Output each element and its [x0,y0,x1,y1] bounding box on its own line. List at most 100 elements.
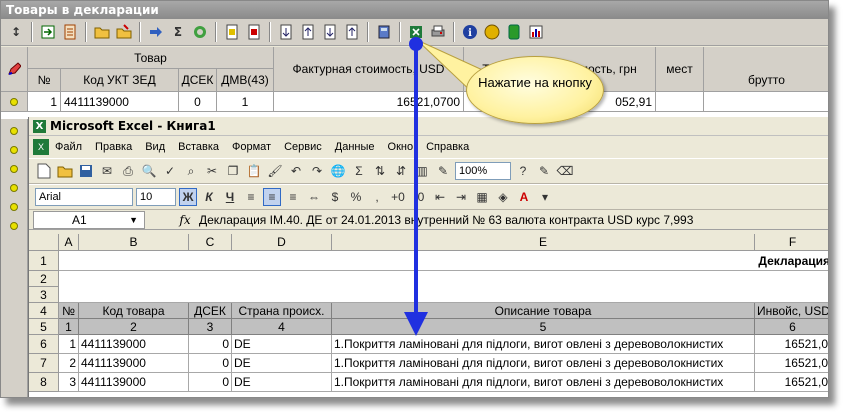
permission-icon[interactable]: ✉ [98,162,116,180]
header-cell-d[interactable]: Страна происх. [232,303,332,319]
spelling-icon[interactable]: ✓ [161,162,179,180]
doc-e-icon[interactable] [321,23,339,41]
open-icon[interactable] [56,162,74,180]
header-cell-e[interactable]: Описание товара [332,303,755,319]
fx-icon[interactable]: fx [173,213,197,227]
header-cell-c[interactable]: ДСЕК [189,303,232,319]
col-dsek[interactable]: ДСЕК [179,69,217,92]
header-cell-a[interactable]: № [59,303,79,319]
row-header-6[interactable]: 6 [29,335,59,354]
data-cell-f[interactable]: 16521,0 [755,373,828,392]
data-cell-e[interactable]: 1.Покриття ламіновані для підлоги, вигот… [332,354,755,373]
index-cell-d[interactable]: 4 [232,319,332,335]
col-invoice[interactable]: Фактурная стоимость, USD [274,47,464,92]
doc-c-icon[interactable] [277,23,295,41]
menu-format[interactable]: Формат [232,141,271,153]
menu-view[interactable]: Вид [145,141,165,153]
info-icon[interactable]: i [461,23,479,41]
data-cell-c[interactable]: 0 [189,335,232,354]
drawing-icon[interactable]: ✎ [434,162,452,180]
italic-button[interactable]: К [200,188,218,206]
print-icon[interactable]: ⎙ [119,162,137,180]
row-marker-dot[interactable] [10,184,18,192]
row-marker-dot[interactable] [10,127,18,135]
col-num[interactable]: № [28,69,61,92]
hyperlink-icon[interactable]: 🌐 [329,162,347,180]
arrow-right-icon[interactable] [147,23,165,41]
index-cell-e[interactable]: 5 [332,319,755,335]
comma-style-icon[interactable]: , [368,188,386,206]
font-size-select[interactable]: 10 [136,188,176,206]
chart-wizard-icon[interactable]: ▥ [413,162,431,180]
research-icon[interactable]: ⌕ [182,162,200,180]
row-header-8[interactable]: 8 [29,373,59,392]
redo-icon[interactable]: ↷ [308,162,326,180]
doc-f-icon[interactable] [343,23,361,41]
cell-places[interactable] [656,92,704,112]
save-icon[interactable] [115,23,133,41]
cut-icon[interactable]: ✂ [203,162,221,180]
cell-num[interactable]: 1 [28,92,61,112]
format-painter-icon[interactable]: 🖌 [266,162,284,180]
col-gross[interactable]: брутто [704,47,828,92]
copy-icon[interactable]: ❐ [224,162,242,180]
open-folder-icon[interactable] [93,23,111,41]
increase-decimal-icon[interactable]: +0 [389,188,407,206]
data-cell-c[interactable]: 0 [189,373,232,392]
name-box[interactable]: A1 ▼ [33,210,145,229]
percent-icon[interactable]: % [347,188,365,206]
align-left-icon[interactable]: ≡ [242,188,260,206]
import-icon[interactable] [39,23,57,41]
menu-file[interactable]: Файл [55,141,82,153]
underline-button[interactable]: Ч [221,188,239,206]
calculator-icon[interactable] [375,23,393,41]
new-icon[interactable] [35,162,53,180]
row-marker-dot[interactable] [10,165,18,173]
currency-icon[interactable]: $ [326,188,344,206]
options-icon[interactable]: ▾ [536,188,554,206]
print-icon[interactable] [429,23,447,41]
data-cell-d[interactable]: DE [232,373,332,392]
chart-icon[interactable] [527,23,545,41]
empty-rows-2-3[interactable] [59,271,828,303]
align-right-icon[interactable]: ≡ [284,188,302,206]
col-dmv[interactable]: ДМВ(43) [217,69,274,92]
header-cell-b[interactable]: Код товара [79,303,189,319]
excel-export-icon[interactable] [407,23,425,41]
autosum-icon[interactable]: Σ [350,162,368,180]
export-doc-icon[interactable] [61,23,79,41]
data-cell-d[interactable]: DE [232,354,332,373]
col-header-a[interactable]: A [59,234,79,251]
bold-button[interactable]: Ж [179,188,197,206]
menu-data[interactable]: Данные [335,141,375,153]
undo-icon[interactable]: ↶ [287,162,305,180]
recycle-icon[interactable] [191,23,209,41]
row-header-2[interactable]: 2 [29,271,59,287]
cell-dsek[interactable]: 0 [179,92,217,112]
header-cell-f[interactable]: Инвойс, USD [755,303,828,319]
menu-insert[interactable]: Вставка [178,141,219,153]
cell-code[interactable]: 4411139000 [61,92,179,112]
col-header-d[interactable]: D [232,234,332,251]
data-cell-a[interactable]: 3 [59,373,79,392]
data-cell-d[interactable]: DE [232,335,332,354]
cell-invoice[interactable]: 16521,0700 [274,92,464,112]
data-cell-e[interactable]: 1.Покриття ламіновані для підлоги, вигот… [332,335,755,354]
sort-ascending-icon[interactable]: ⇅ [371,162,389,180]
align-center-icon[interactable]: ≡ [263,188,281,206]
chevron-down-icon[interactable]: ▼ [129,215,138,225]
menu-help[interactable]: Справка [426,141,469,153]
data-cell-b[interactable]: 4411139000 [79,335,189,354]
sheet-title-cell[interactable]: Декларация [59,251,828,271]
data-cell-b[interactable]: 4411139000 [79,373,189,392]
sort-descending-icon[interactable]: ⇵ [392,162,410,180]
col-header-f[interactable]: F [755,234,828,251]
menu-tools[interactable]: Сервис [284,141,322,153]
row-marker[interactable] [1,92,28,112]
col-header-c[interactable]: C [189,234,232,251]
data-cell-b[interactable]: 4411139000 [79,354,189,373]
data-cell-f[interactable]: 16521,0 [755,335,828,354]
row-header-1[interactable]: 1 [29,251,59,271]
help-icon[interactable]: ? [514,162,532,180]
data-cell-a[interactable]: 1 [59,335,79,354]
